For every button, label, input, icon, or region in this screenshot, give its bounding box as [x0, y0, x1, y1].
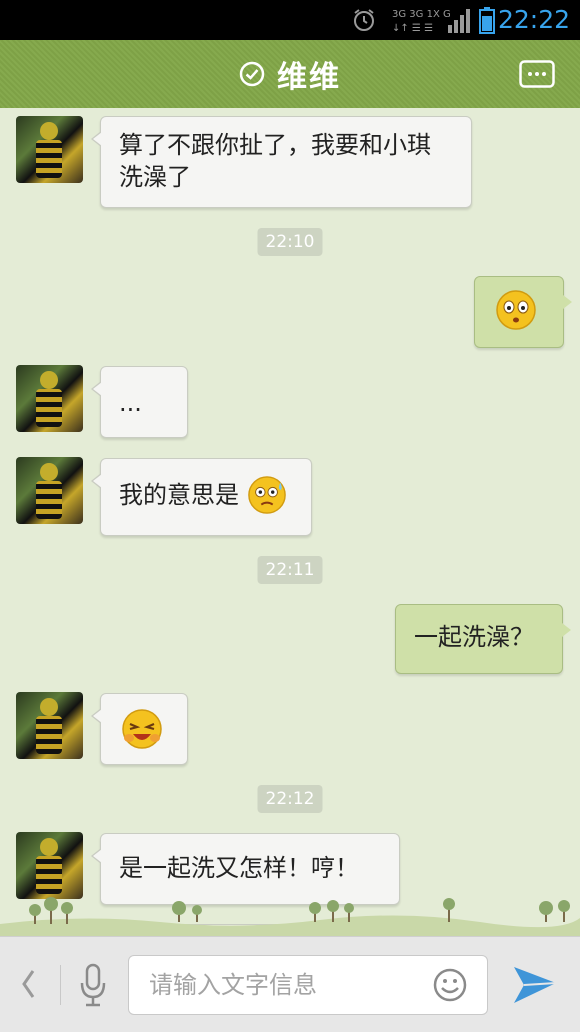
chat-header: 维维: [0, 40, 580, 109]
network-label: 3G 3G 1X G: [392, 9, 451, 20]
outgoing-message-bubble[interactable]: 一起洗澡？: [395, 604, 571, 674]
message-text: ...: [119, 389, 142, 417]
message-list[interactable]: 算了不跟你扯了，我要和小琪洗澡了 22:10 ... 我的意思是 22:11 一…: [0, 108, 580, 936]
check-circle-icon: [239, 61, 265, 87]
battery-icon: [479, 7, 495, 34]
incoming-message-bubble[interactable]: 算了不跟你扯了，我要和小琪洗澡了: [91, 116, 472, 208]
alarm-icon: [354, 9, 374, 31]
message-text: 算了不跟你扯了，我要和小琪洗澡了: [119, 131, 431, 191]
timestamp: 22:12: [257, 785, 323, 813]
message-text: 我的意思是: [119, 481, 239, 509]
incoming-message-bubble[interactable]: ...: [91, 366, 188, 438]
surprised-face-icon: [496, 290, 536, 330]
outgoing-message-bubble[interactable]: [474, 276, 572, 348]
more-icon[interactable]: [519, 60, 555, 88]
contact-avatar[interactable]: [16, 116, 83, 183]
contact-avatar[interactable]: [16, 692, 83, 759]
contact-avatar[interactable]: [16, 365, 83, 432]
incoming-message-bubble[interactable]: 是一起洗又怎样！哼！: [91, 833, 400, 905]
smiley-icon[interactable]: [432, 967, 468, 1003]
incoming-message-bubble[interactable]: [91, 693, 188, 765]
contact-avatar[interactable]: [16, 457, 83, 524]
send-icon[interactable]: [512, 963, 558, 1007]
message-text: 一起洗澡？: [414, 623, 534, 651]
scenery-decoration: [0, 897, 580, 936]
laughing-face-icon: [122, 709, 162, 749]
microphone-icon[interactable]: [78, 963, 108, 1007]
status-bar: 3G 3G 1X G ↓↑ ☰ ☰ 22:22: [0, 0, 580, 40]
message-text: 是一起洗又怎样！哼！: [119, 854, 359, 882]
svg-text:↓↑ ☰ ☰: ↓↑ ☰ ☰: [392, 23, 433, 34]
contact-avatar[interactable]: [16, 832, 83, 899]
contact-name[interactable]: 维维: [277, 52, 341, 96]
timestamp: 22:11: [257, 556, 323, 584]
input-bar: [0, 936, 580, 1032]
incoming-message-bubble[interactable]: 我的意思是: [91, 458, 312, 536]
status-time: 22:22: [497, 5, 570, 34]
back-icon[interactable]: [18, 967, 40, 1001]
divider: [60, 965, 61, 1005]
sweat-face-icon: [247, 476, 286, 514]
timestamp: 22:10: [257, 228, 323, 256]
network-icon: 3G 3G 1X G ↓↑ ☰ ☰: [392, 9, 470, 34]
